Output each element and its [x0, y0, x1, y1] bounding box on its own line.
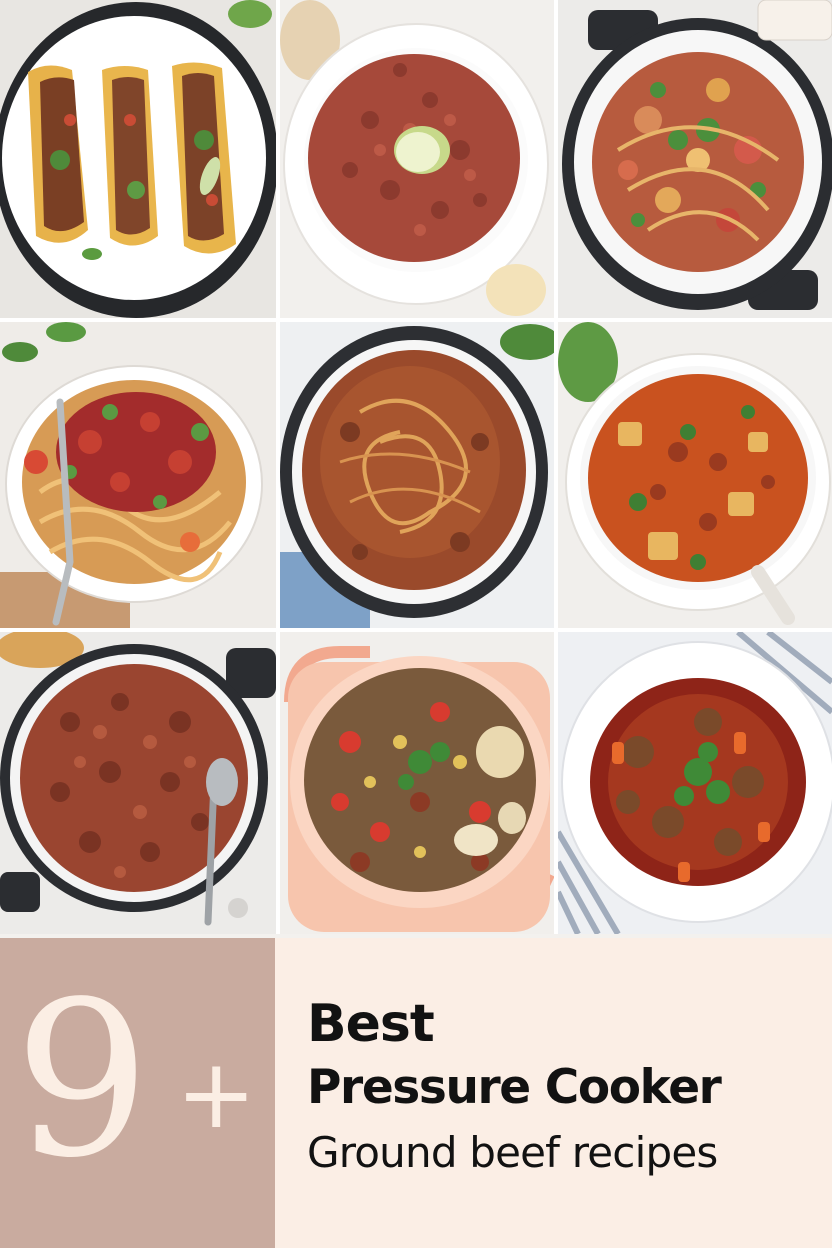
photo-spaghetti-meat-sauce	[0, 322, 276, 628]
photo-vegetable-noodle-stew	[558, 0, 832, 318]
headline-banner: 9 + Best Pressure Cooker Ground beef rec…	[0, 938, 832, 1248]
recipe-photo-grid	[0, 0, 832, 934]
photo-tacos	[0, 0, 276, 318]
title-line-1: Best	[307, 994, 435, 1054]
photo-ground-beef	[0, 632, 276, 934]
photo-tomato-stew	[558, 322, 832, 628]
title-line-2: Pressure Cooker	[307, 1060, 722, 1115]
plus-sign: +	[176, 1038, 257, 1150]
photo-noodles-in-sauce	[280, 322, 554, 628]
photo-vegetable-beef-stew	[280, 632, 554, 934]
title-line-3: Ground beef recipes	[307, 1128, 718, 1177]
photo-beef-stew-carrots	[558, 632, 832, 934]
recipe-count: 9	[14, 956, 150, 1205]
pin-graphic: 9 + Best Pressure Cooker Ground beef rec…	[0, 0, 832, 1248]
photo-ground-beef-lime	[280, 0, 554, 318]
title-panel: Best Pressure Cooker Ground beef recipes	[275, 938, 832, 1248]
number-panel: 9 +	[0, 938, 275, 1248]
